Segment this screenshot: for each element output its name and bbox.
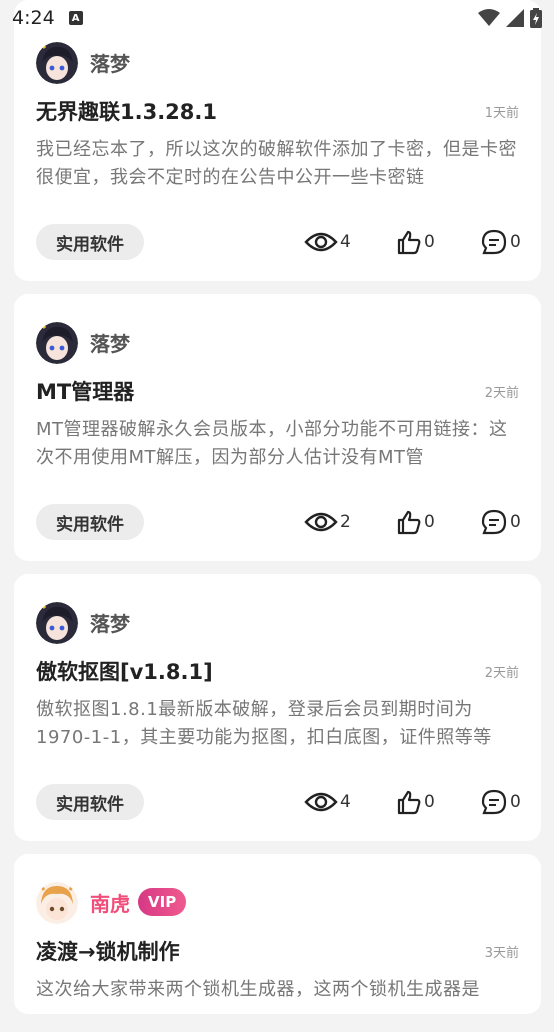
comments-count: 0 bbox=[510, 512, 521, 532]
comments-stat[interactable]: 0 bbox=[480, 227, 521, 257]
likes-stat[interactable]: 0 bbox=[396, 787, 435, 817]
likes-stat[interactable]: 0 bbox=[396, 507, 435, 537]
author-name[interactable]: 落梦 bbox=[90, 608, 130, 637]
comments-count: 0 bbox=[510, 792, 521, 812]
post-title[interactable]: MT管理器 bbox=[36, 376, 134, 406]
author-name[interactable]: 落梦 bbox=[90, 328, 130, 357]
post-card[interactable]: 南虎 VIP 凌渡→锁机制作 3天前 这次给大家带来两个锁机生成器，这两个锁机生… bbox=[14, 854, 541, 1014]
wifi-icon bbox=[478, 9, 500, 26]
avatar[interactable] bbox=[36, 602, 78, 644]
views-stat[interactable]: 4 bbox=[304, 787, 351, 817]
category-tag[interactable]: 实用软件 bbox=[36, 224, 144, 260]
status-icons bbox=[478, 8, 542, 28]
likes-count: 0 bbox=[424, 792, 435, 812]
avatar[interactable] bbox=[36, 322, 78, 364]
author-name[interactable]: 南虎 bbox=[90, 888, 130, 917]
post-card[interactable]: 落梦 MT管理器 2天前 MT管理器破解永久会员版本，小部分功能不可用链接：这次… bbox=[14, 294, 541, 561]
post-title[interactable]: 无界趣联1.3.28.1 bbox=[36, 96, 217, 126]
views-stat[interactable]: 2 bbox=[304, 507, 351, 537]
post-card[interactable]: 落梦 无界趣联1.3.28.1 1天前 我已经忘本了，所以这次的破解软件添加了卡… bbox=[14, 0, 541, 281]
author-name[interactable]: 落梦 bbox=[90, 48, 130, 77]
post-title[interactable]: 傲软抠图[v1.8.1] bbox=[36, 656, 213, 686]
comments-stat[interactable]: 0 bbox=[480, 507, 521, 537]
signal-icon bbox=[506, 9, 524, 27]
comment-icon bbox=[481, 509, 507, 535]
views-count: 4 bbox=[340, 232, 351, 252]
status-time: 4:24 bbox=[12, 7, 55, 29]
eye-icon bbox=[304, 512, 338, 532]
status-bar: 4:24 A bbox=[0, 0, 554, 36]
post-title[interactable]: 凌渡→锁机制作 bbox=[36, 936, 180, 966]
vip-badge: VIP bbox=[138, 888, 187, 916]
category-tag[interactable]: 实用软件 bbox=[36, 504, 144, 540]
post-summary[interactable]: 傲软抠图1.8.1最新版本破解，登录后会员到期时间为1970-1-1，其主要功能… bbox=[36, 696, 524, 752]
views-count: 4 bbox=[340, 792, 351, 812]
eye-icon bbox=[304, 792, 338, 812]
notification-icon: A bbox=[68, 11, 83, 25]
views-count: 2 bbox=[340, 512, 351, 532]
post-time: 2天前 bbox=[484, 386, 519, 401]
eye-icon bbox=[304, 232, 338, 252]
post-time: 3天前 bbox=[484, 946, 519, 961]
comments-stat[interactable]: 0 bbox=[480, 787, 521, 817]
post-summary[interactable]: MT管理器破解永久会员版本，小部分功能不可用链接：这次不用使用MT解压，因为部分… bbox=[36, 416, 524, 472]
battery-icon bbox=[530, 8, 542, 28]
likes-stat[interactable]: 0 bbox=[396, 227, 435, 257]
post-summary[interactable]: 这次给大家带来两个锁机生成器，这两个锁机生成器是 bbox=[36, 976, 524, 1032]
views-stat[interactable]: 4 bbox=[304, 227, 351, 257]
post-time: 1天前 bbox=[484, 106, 519, 121]
avatar[interactable] bbox=[36, 882, 78, 924]
thumbs-up-icon bbox=[397, 510, 421, 535]
comment-icon bbox=[481, 229, 507, 255]
thumbs-up-icon bbox=[397, 790, 421, 815]
post-card[interactable]: 落梦 傲软抠图[v1.8.1] 2天前 傲软抠图1.8.1最新版本破解，登录后会… bbox=[14, 574, 541, 841]
post-summary[interactable]: 我已经忘本了，所以这次的破解软件添加了卡密，但是卡密很便宜，我会不定时的在公告中… bbox=[36, 136, 524, 192]
comment-icon bbox=[481, 789, 507, 815]
category-tag[interactable]: 实用软件 bbox=[36, 784, 144, 820]
post-time: 2天前 bbox=[484, 666, 519, 681]
thumbs-up-icon bbox=[397, 230, 421, 255]
likes-count: 0 bbox=[424, 512, 435, 532]
comments-count: 0 bbox=[510, 232, 521, 252]
avatar[interactable] bbox=[36, 42, 78, 84]
likes-count: 0 bbox=[424, 232, 435, 252]
